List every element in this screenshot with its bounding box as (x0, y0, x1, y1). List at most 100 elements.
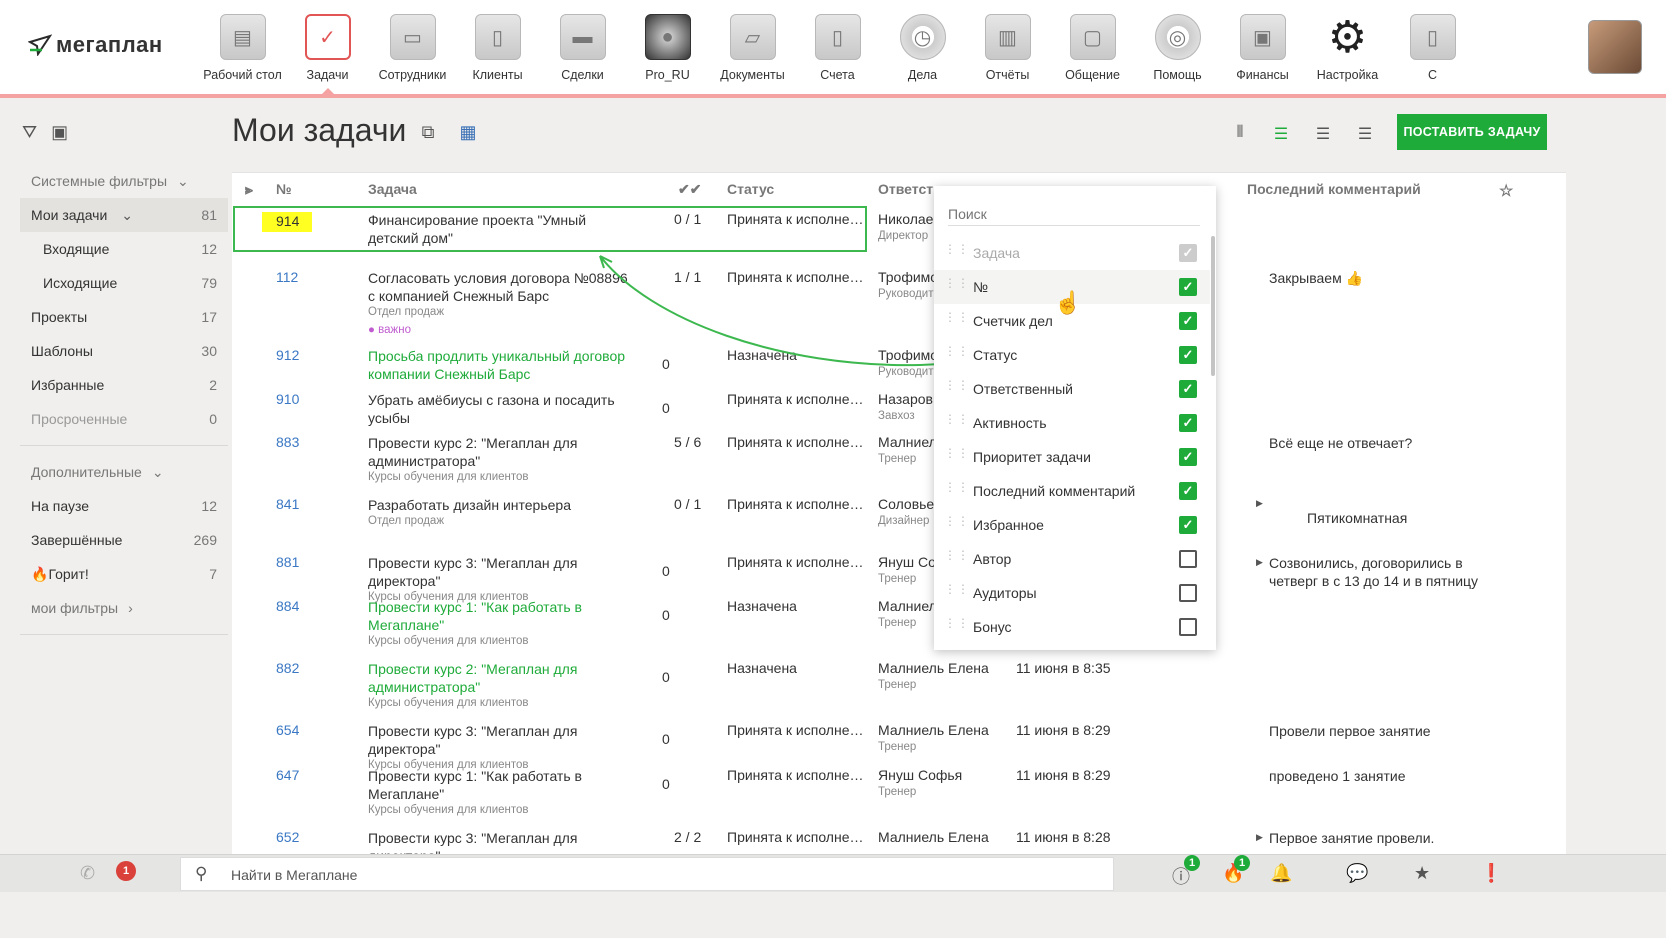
excel-icon[interactable]: ▦ (457, 122, 479, 144)
task-responsible[interactable]: Малниел (878, 598, 937, 614)
sidebar-item[interactable]: Мои задачи ⌄ 81 (20, 198, 228, 232)
task-number[interactable]: 910 (276, 391, 299, 407)
global-search[interactable]: ⚲ Найти в Мегаплане (180, 857, 1114, 891)
task-responsible[interactable]: Януш Со (878, 554, 936, 570)
column-option[interactable]: ⋮⋮ Последний комментарий ✓ (934, 474, 1210, 508)
star-icon[interactable]: ☆ (1499, 181, 1513, 201)
sidebar-item[interactable]: Входящие 12 (20, 232, 228, 266)
column-option-checkbox[interactable]: ✓ (1179, 482, 1197, 500)
indent-view-icon[interactable]: ☰ (1312, 124, 1334, 143)
task-responsible[interactable]: Малниель Елена (878, 660, 989, 676)
column-num-header[interactable]: № (276, 181, 292, 197)
column-option[interactable]: ⋮⋮ Автор (934, 542, 1210, 576)
column-task-header[interactable]: Задача (368, 181, 417, 197)
column-settings-icon[interactable]: ⫸ (245, 181, 253, 198)
expand-comment-icon[interactable]: ▶ (1256, 832, 1263, 843)
sidebar-item[interactable]: На паузе 12 (20, 489, 228, 523)
task-number[interactable]: 654 (276, 722, 299, 738)
highlighted-num[interactable]: 914 (276, 213, 299, 229)
app-clock[interactable]: ◷ Дела (880, 0, 965, 94)
task-number[interactable]: 647 (276, 767, 299, 783)
feedback-icon[interactable]: ❗ (1480, 863, 1502, 884)
task-responsible[interactable]: Януш Софья (878, 767, 962, 783)
column-option-checkbox[interactable] (1179, 584, 1197, 602)
drag-handle-icon[interactable]: ⋮⋮ (944, 243, 969, 260)
dropdown-scrollbar[interactable] (1211, 236, 1215, 376)
column-option-checkbox[interactable]: ✓ (1179, 448, 1197, 466)
task-title[interactable]: Провести курс 1: "Как работать в Мегапла… (368, 767, 638, 803)
app-deals[interactable]: ▬ Сделки (540, 0, 625, 94)
column-option[interactable]: ⋮⋮ Приоритет задачи ✓ (934, 440, 1210, 474)
extra-filters-header[interactable]: Дополнительные ⌄ (20, 455, 228, 489)
drag-handle-icon[interactable]: ⋮⋮ (944, 481, 969, 498)
column-option-checkbox[interactable]: ✓ (1179, 278, 1197, 296)
column-option-checkbox[interactable] (1179, 550, 1197, 568)
column-option-checkbox[interactable]: ✓ (1179, 346, 1197, 364)
drag-handle-icon[interactable]: ⋮⋮ (944, 311, 969, 328)
add-task-button[interactable]: ПОСТАВИТЬ ЗАДАЧУ (1397, 114, 1547, 150)
columns-view-icon[interactable]: ⫴ (1229, 124, 1251, 142)
task-responsible[interactable]: Назаров (878, 391, 933, 407)
drag-handle-icon[interactable]: ⋮⋮ (944, 583, 969, 600)
task-number[interactable]: 882 (276, 660, 299, 676)
column-option[interactable]: ⋮⋮ Аудиторы (934, 576, 1210, 610)
drag-handle-icon[interactable]: ⋮⋮ (944, 413, 969, 430)
column-option-checkbox[interactable]: ✓ (1179, 516, 1197, 534)
list-view-icon[interactable]: ☰ (1270, 124, 1292, 143)
column-status-header[interactable]: Статус (727, 181, 774, 197)
drag-handle-icon[interactable]: ⋮⋮ (944, 617, 969, 634)
task-responsible[interactable]: Малниел (878, 434, 937, 450)
task-number[interactable]: 652 (276, 829, 299, 845)
add-filter-icon[interactable]: ⛛ (22, 122, 37, 143)
user-avatar[interactable] (1588, 20, 1642, 74)
column-responsible-header[interactable]: Ответств (878, 181, 942, 197)
column-option[interactable]: ⋮⋮ Статус ✓ (934, 338, 1210, 372)
add-folder-icon[interactable]: ▣ (51, 122, 68, 143)
app-tasks[interactable]: ✓ Задачи (285, 0, 370, 94)
column-option[interactable]: ⋮⋮ Активность ✓ (934, 406, 1210, 440)
star-icon[interactable]: ★ (1414, 863, 1430, 884)
sidebar-item[interactable]: 🔥Горит! 7 (20, 557, 228, 591)
task-title[interactable]: Провести курс 2: "Мегаплан для администр… (368, 434, 638, 470)
app-desktop[interactable]: ▤ Рабочий стол (200, 0, 285, 94)
expand-comment-icon[interactable]: ▶ (1256, 498, 1263, 509)
app-safe[interactable]: ▣ Финансы (1220, 0, 1305, 94)
column-last-comment-header[interactable]: Последний комментарий (1247, 181, 1421, 197)
task-project[interactable]: Отдел продаж (368, 515, 444, 527)
sidebar-item[interactable]: Просроченные 0 (20, 402, 228, 436)
app-gear[interactable]: ⚙ Настройка (1305, 0, 1390, 94)
task-project[interactable]: Курсы обучения для клиентов (368, 471, 529, 483)
logo[interactable]: мегаплан (28, 32, 163, 58)
task-responsible[interactable]: Соловье (878, 496, 934, 512)
app-pro-ru[interactable]: ● Pro_RU (625, 0, 710, 94)
task-title[interactable]: Провести курс 1: "Как работать в Мегапла… (368, 598, 638, 634)
task-title[interactable]: Провести курс 3: "Мегаплан для директора… (368, 722, 638, 758)
counter-header-icon[interactable]: ✔✔ (678, 181, 701, 198)
system-filters-header[interactable]: Системные фильтры ⌄ (20, 164, 228, 198)
drag-handle-icon[interactable]: ⋮⋮ (944, 379, 969, 396)
sidebar-item[interactable]: Завершённые 269 (20, 523, 228, 557)
task-responsible[interactable]: Трофимо (878, 347, 938, 363)
task-number[interactable]: 881 (276, 554, 299, 570)
drag-handle-icon[interactable]: ⋮⋮ (944, 277, 969, 294)
task-responsible[interactable]: Малниель Елена (878, 829, 989, 845)
drag-handle-icon[interactable]: ⋮⋮ (944, 515, 969, 532)
app-documents[interactable]: ▱ Документы (710, 0, 795, 94)
task-responsible[interactable]: Трофимо (878, 269, 938, 285)
app-reports[interactable]: ▥ Отчёты (965, 0, 1050, 94)
bell-icon[interactable]: 🔔 (1270, 863, 1292, 884)
column-option[interactable]: ⋮⋮ Задача ✓ (934, 236, 1210, 270)
app-clients[interactable]: ▯ Клиенты (455, 0, 540, 94)
column-option-checkbox[interactable]: ✓ (1179, 414, 1197, 432)
compact-view-icon[interactable]: ☰ (1354, 124, 1376, 143)
task-title[interactable]: Разработать дизайн интерьера (368, 496, 638, 514)
comment-icon[interactable]: 💬 (1346, 863, 1368, 884)
expand-comment-icon[interactable]: ▶ (1256, 557, 1263, 568)
task-title[interactable]: Провести курс 3: "Мегаплан для директора… (368, 554, 638, 590)
task-title[interactable]: Согласовать условия договора №08896 с ко… (368, 269, 638, 305)
drag-handle-icon[interactable]: ⋮⋮ (944, 549, 969, 566)
my-filters-link[interactable]: мои фильтры › (20, 591, 228, 625)
app-more[interactable]: ▯ С (1390, 0, 1475, 94)
column-search-input[interactable] (948, 202, 1200, 226)
sidebar-item[interactable]: Проекты 17 (20, 300, 228, 334)
